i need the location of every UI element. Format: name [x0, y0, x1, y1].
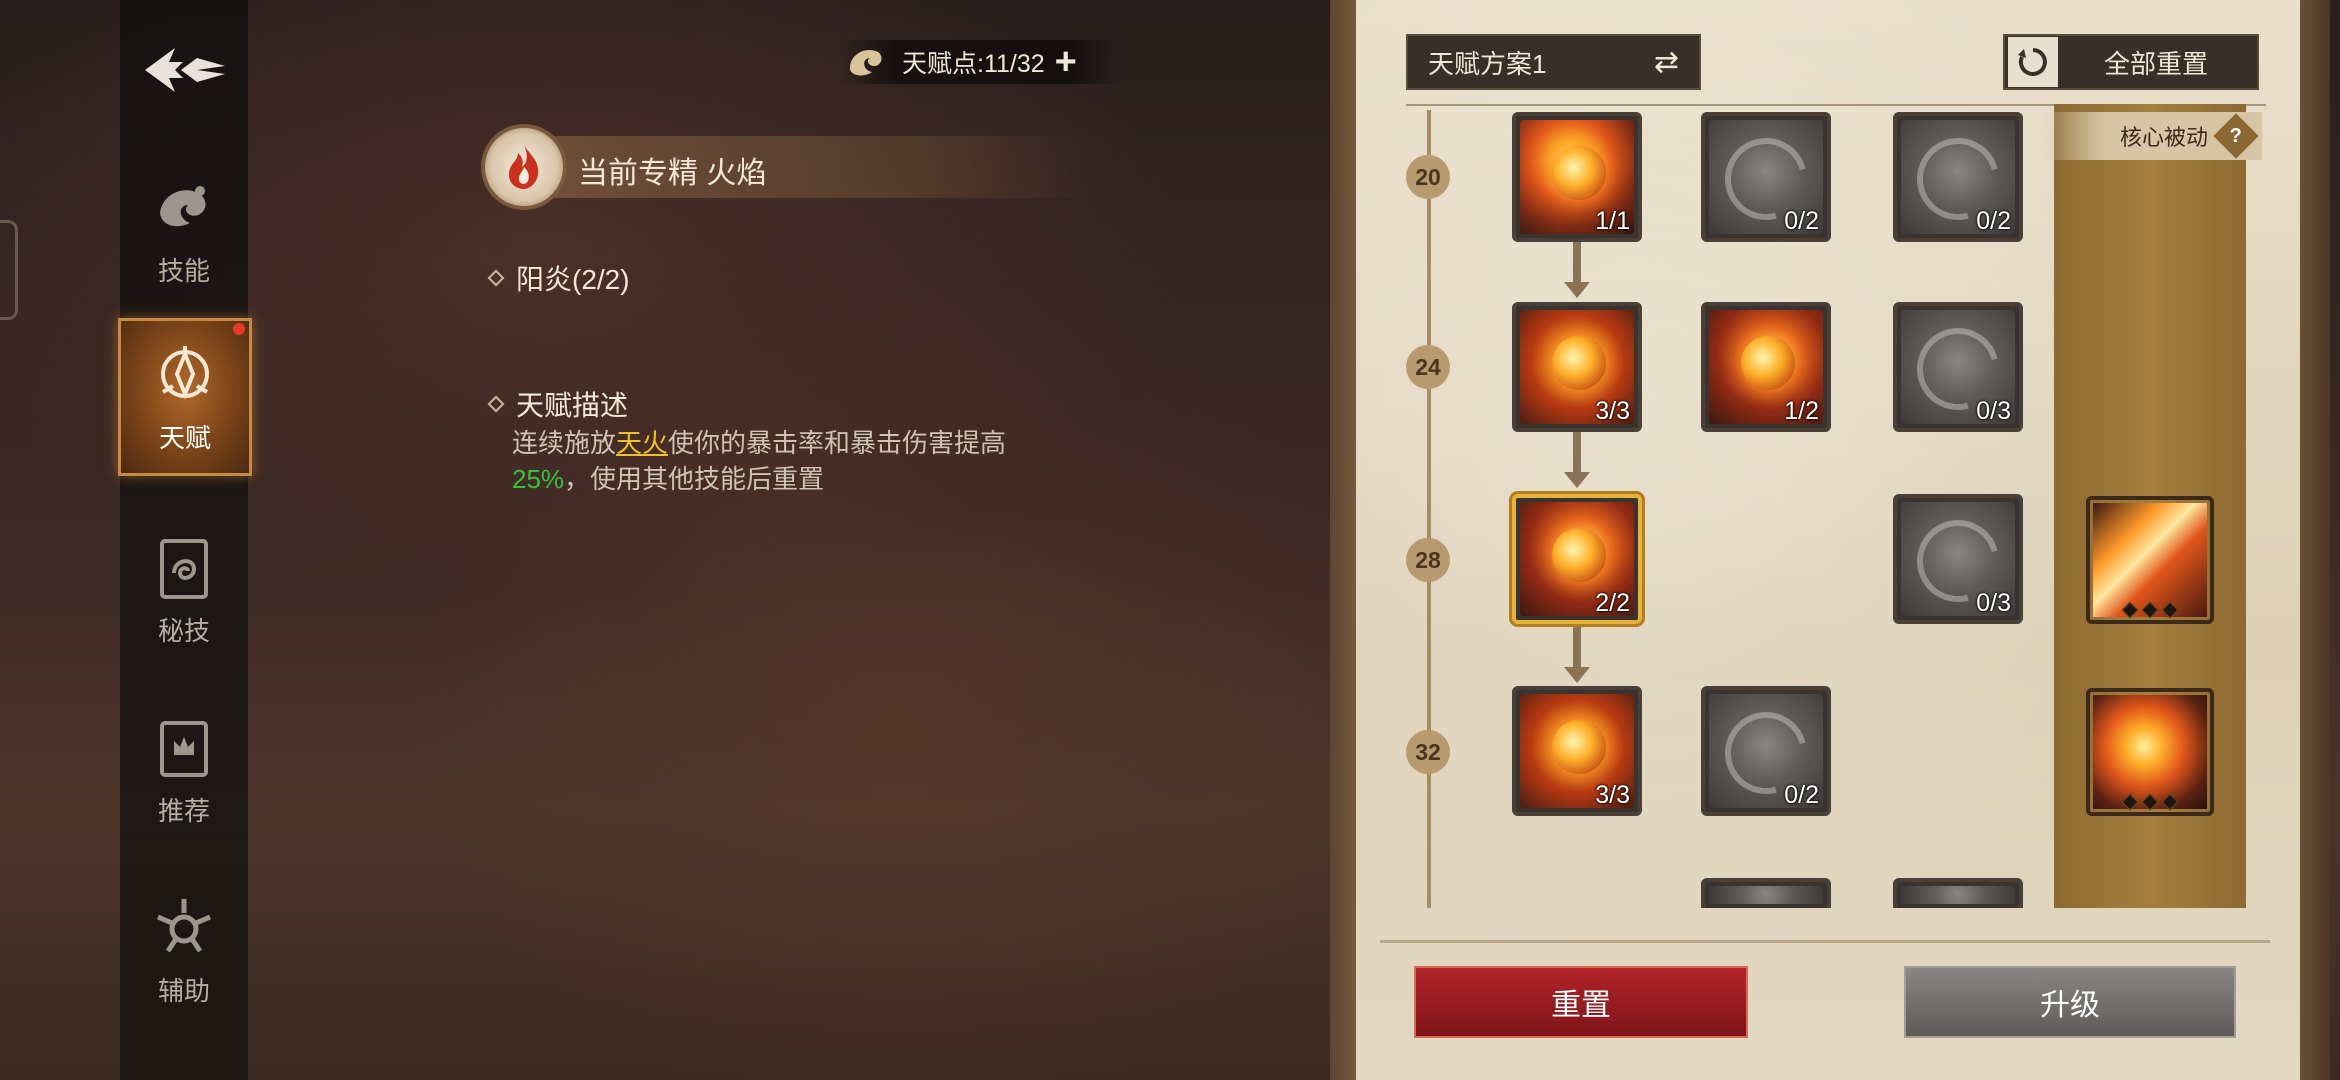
- talent-desc-title: 天赋描述: [516, 390, 629, 421]
- level-marker: 20: [1406, 155, 1450, 199]
- nav-item-recommend[interactable]: 推荐: [120, 695, 248, 845]
- talent-name: 阳炎(2/2): [487, 258, 630, 298]
- secret-skill-icon: [160, 538, 208, 599]
- current-spec-label: 当前专精 火焰: [578, 157, 767, 190]
- talent-description: 连续施放天火使你的暴击率和暴击伤害提高 25%，使用其他技能后重置: [512, 425, 1112, 497]
- desc-percent: 25%: [512, 464, 565, 494]
- rank-pips: [2090, 601, 2210, 619]
- talent-plan-label: 天赋方案1: [1428, 48, 1547, 79]
- fire-orb-icon: [1552, 720, 1606, 774]
- core-passive-label: 核心被动: [2119, 125, 2208, 150]
- notification-dot: [233, 323, 245, 335]
- refresh-icon: [2008, 37, 2058, 87]
- fire-orb-icon: [1552, 146, 1606, 200]
- upgrade-button[interactable]: 升级: [1904, 966, 2236, 1038]
- talent-node[interactable]: [1893, 878, 2023, 908]
- talent-node[interactable]: 1/2: [1701, 302, 1831, 432]
- talent-desc-heading: 天赋描述: [487, 384, 629, 424]
- talent-node[interactable]: [1701, 878, 1831, 908]
- fire-orb-icon: [1741, 336, 1795, 390]
- level-marker: 32: [1406, 730, 1450, 774]
- tree-level-line: [1427, 110, 1431, 908]
- reset-button[interactable]: 重置: [1414, 966, 1748, 1038]
- help-icon[interactable]: ?: [2213, 113, 2259, 159]
- skill-icon: [160, 185, 206, 226]
- talent-points-bar: 天赋点:11/32 +: [840, 40, 1125, 84]
- talent-name-text: 阳炎(2/2): [516, 264, 630, 295]
- nav-item-assist[interactable]: 辅助: [120, 875, 248, 1025]
- desc-skill-link[interactable]: 天火: [616, 428, 668, 458]
- add-points-button[interactable]: +: [1055, 43, 1077, 81]
- connector-arrow: [1564, 625, 1590, 683]
- help-mark: ?: [2229, 124, 2243, 147]
- rank-pips: [2090, 793, 2210, 811]
- core-passive-header: 核心被动 ?: [2038, 112, 2262, 160]
- nav-label-talent: 天赋: [158, 422, 211, 453]
- talent-node[interactable]: 3/3: [1512, 302, 1642, 432]
- diamond-bullet-icon: [487, 269, 505, 287]
- nav-label-assist: 辅助: [157, 975, 210, 1006]
- back-arrow-icon: [145, 48, 225, 92]
- reset-all-button[interactable]: 全部重置: [2003, 34, 2259, 90]
- fire-spec-emblem: [481, 124, 567, 210]
- talent-node[interactable]: 3/3: [1512, 686, 1642, 816]
- fire-orb-icon: [1552, 336, 1606, 390]
- node-rank: 0/2: [1784, 207, 1819, 235]
- node-rank: 0/3: [1976, 397, 2011, 425]
- talent-icon: [161, 345, 209, 399]
- talent-points-text: 天赋点:11/32: [902, 50, 1045, 78]
- nav-item-secret-skill[interactable]: 秘技: [120, 515, 248, 665]
- reset-all-label: 全部重置: [2104, 48, 2209, 79]
- talent-plan-select[interactable]: 天赋方案1 ⇄: [1406, 34, 1701, 90]
- diamond-bullet-icon: [487, 395, 505, 413]
- node-rank: 3/3: [1595, 781, 1630, 809]
- node-rank: 1/1: [1595, 207, 1630, 235]
- core-passive-node[interactable]: [2086, 496, 2214, 624]
- connector-arrow: [1564, 240, 1590, 298]
- desc-text: ，使用其他技能后重置: [564, 464, 825, 494]
- talent-node[interactable]: 0/2: [1701, 112, 1831, 242]
- talent-node-selected[interactable]: 2/2: [1512, 494, 1642, 624]
- nav-item-skill[interactable]: 技能: [120, 155, 248, 305]
- talent-node[interactable]: 0/3: [1893, 494, 2023, 624]
- talent-point-icon: [850, 49, 882, 76]
- nav-label-secret-skill: 秘技: [157, 615, 210, 646]
- fire-icon: [508, 145, 539, 189]
- nav-item-talent[interactable]: 天赋: [118, 318, 252, 476]
- talent-node[interactable]: 0/3: [1893, 302, 2023, 432]
- talent-node[interactable]: 1/1: [1512, 112, 1642, 242]
- divider: [1380, 940, 2270, 943]
- desc-text: 使你的暴击率和暴击伤害提高: [668, 428, 1007, 458]
- fire-orb-icon: [1552, 528, 1606, 582]
- swap-icon: ⇄: [1653, 45, 1679, 79]
- level-marker: 24: [1406, 345, 1450, 389]
- left-edge-decoration: [0, 220, 18, 320]
- talent-node[interactable]: 0/2: [1701, 686, 1831, 816]
- node-rank: 3/3: [1595, 397, 1630, 425]
- assist-icon: [157, 898, 211, 952]
- back-button[interactable]: [135, 40, 235, 100]
- core-passive-node[interactable]: [2086, 688, 2214, 816]
- level-marker: 28: [1406, 538, 1450, 582]
- node-rank: 0/2: [1784, 781, 1819, 809]
- node-rank: 2/2: [1595, 589, 1630, 617]
- node-rank: 0/3: [1976, 589, 2011, 617]
- node-rank: 1/2: [1784, 397, 1819, 425]
- desc-text: 连续施放: [512, 428, 617, 458]
- connector-arrow: [1564, 432, 1590, 488]
- talent-node[interactable]: 0/2: [1893, 112, 2023, 242]
- node-rank: 0/2: [1976, 207, 2011, 235]
- recommend-icon: [160, 720, 208, 777]
- nav-label-recommend: 推荐: [157, 795, 210, 826]
- nav-label-skill: 技能: [157, 255, 210, 286]
